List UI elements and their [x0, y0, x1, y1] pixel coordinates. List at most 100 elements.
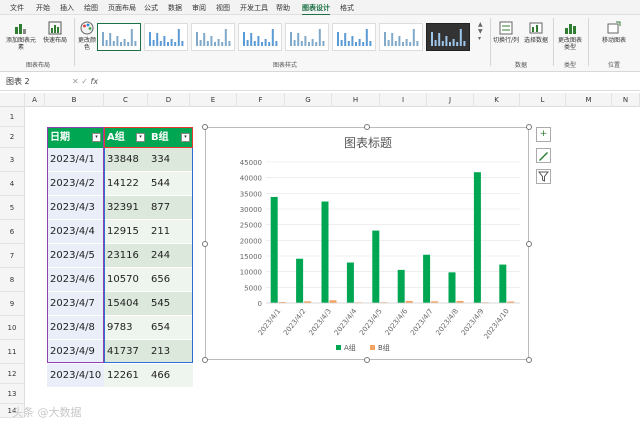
gallery-down-icon[interactable]: ▼ — [478, 28, 487, 35]
resize-handle[interactable] — [364, 357, 370, 363]
column-header-g[interactable]: G — [285, 93, 332, 107]
chart-style-thumb[interactable] — [285, 23, 329, 51]
table-cell[interactable]: 33848 — [104, 148, 148, 172]
menu-item-1[interactable]: 开始 — [36, 3, 50, 13]
table-cell[interactable]: 213 — [148, 340, 193, 364]
row-header-11[interactable]: 11 — [0, 340, 25, 364]
table-cell[interactable]: 12915 — [104, 220, 148, 244]
table-cell[interactable]: 12261 — [104, 364, 148, 388]
move-chart-button[interactable]: 移动图表 — [592, 21, 636, 44]
table-cell[interactable]: 2023/4/1 — [47, 148, 104, 172]
table-cell[interactable]: 32391 — [104, 196, 148, 220]
table-cell[interactable]: 2023/4/5 — [47, 244, 104, 268]
table-header-cell[interactable]: 日期 ▾ — [47, 127, 104, 148]
menu-item-8[interactable]: 视图 — [216, 3, 230, 13]
table-cell[interactable]: 877 — [148, 196, 193, 220]
column-header-c[interactable]: C — [104, 93, 148, 107]
menu-item-11[interactable]: 图表设计 — [302, 3, 330, 15]
menu-item-9[interactable]: 开发工具 — [240, 3, 268, 13]
table-header-cell[interactable]: B组 ▾ — [148, 127, 193, 148]
chart-style-thumb[interactable] — [238, 23, 282, 51]
table-cell[interactable]: 2023/4/2 — [47, 172, 104, 196]
chart-elements-icon[interactable]: + — [536, 127, 551, 142]
resize-handle[interactable] — [202, 240, 208, 247]
gallery-more-icon[interactable]: ▾ — [478, 35, 487, 42]
menu-item-4[interactable]: 页面布局 — [108, 3, 136, 13]
table-cell[interactable]: 2023/4/6 — [47, 268, 104, 292]
table-cell[interactable]: 41737 — [104, 340, 148, 364]
row-header-3[interactable]: 3 — [0, 148, 25, 172]
confirm-icon[interactable]: ✓ — [81, 77, 88, 86]
menu-item-0[interactable]: 文件 — [10, 3, 24, 13]
column-header-a[interactable]: A — [25, 93, 45, 107]
change-colors-button[interactable]: 更改颜色 — [77, 21, 97, 51]
add-chart-element-button[interactable]: 添加图表元素 — [6, 21, 36, 51]
column-header-n[interactable]: N — [612, 93, 640, 107]
table-cell[interactable]: 14122 — [104, 172, 148, 196]
table-cell[interactable]: 2023/4/10 — [47, 364, 104, 388]
table-cell[interactable]: 466 — [148, 364, 193, 388]
column-header-l[interactable]: L — [520, 93, 566, 107]
resize-handle[interactable] — [526, 240, 532, 247]
table-cell[interactable]: 654 — [148, 316, 193, 340]
column-header-d[interactable]: D — [148, 93, 190, 107]
filter-dropdown-icon[interactable]: ▾ — [136, 133, 145, 142]
row-header-9[interactable]: 9 — [0, 292, 25, 316]
menu-item-2[interactable]: 插入 — [60, 3, 74, 13]
gallery-up-icon[interactable]: ▲ — [478, 21, 487, 28]
fx-icon[interactable]: fx — [91, 77, 99, 86]
menu-item-12[interactable]: 格式 — [340, 3, 354, 13]
table-cell[interactable]: 211 — [148, 220, 193, 244]
row-header-8[interactable]: 8 — [0, 268, 25, 292]
row-header-4[interactable]: 4 — [0, 172, 25, 196]
table-cell[interactable]: 334 — [148, 148, 193, 172]
change-chart-type-button[interactable]: 更改图表类型 — [556, 21, 584, 51]
table-cell[interactable]: 2023/4/8 — [47, 316, 104, 340]
switch-row-col-button[interactable]: 切换行/列 — [492, 21, 520, 44]
chart-style-thumb[interactable] — [332, 23, 376, 51]
table-cell[interactable]: 2023/4/7 — [47, 292, 104, 316]
row-header-10[interactable]: 10 — [0, 316, 25, 340]
name-box[interactable]: 图表 2 — [6, 76, 66, 88]
chart-style-thumb[interactable] — [191, 23, 235, 51]
row-header-2[interactable]: 2 — [0, 127, 25, 148]
table-cell[interactable]: 2023/4/9 — [47, 340, 104, 364]
row-header-7[interactable]: 7 — [0, 244, 25, 268]
table-header-cell[interactable]: A组 ▾ — [104, 127, 148, 148]
column-header-h[interactable]: H — [332, 93, 380, 107]
quick-layout-button[interactable]: 快速布局 — [40, 21, 70, 44]
chart-style-thumb[interactable] — [144, 23, 188, 51]
resize-handle[interactable] — [202, 124, 208, 130]
column-header-f[interactable]: F — [237, 93, 285, 107]
table-cell[interactable]: 23116 — [104, 244, 148, 268]
table-cell[interactable]: 544 — [148, 172, 193, 196]
table-cell[interactable]: 2023/4/4 — [47, 220, 104, 244]
row-header-1[interactable]: 1 — [0, 107, 25, 127]
table-cell[interactable]: 9783 — [104, 316, 148, 340]
select-data-button[interactable]: 选择数据 — [522, 21, 550, 44]
menu-item-6[interactable]: 数据 — [168, 3, 182, 13]
filter-dropdown-icon[interactable]: ▾ — [92, 133, 101, 142]
row-header-12[interactable]: 12 — [0, 364, 25, 384]
select-all-corner[interactable] — [0, 93, 25, 107]
chart-styles-icon[interactable] — [536, 148, 551, 163]
menu-item-3[interactable]: 绘图 — [84, 3, 98, 13]
table-cell[interactable]: 2023/4/3 — [47, 196, 104, 220]
column-header-j[interactable]: J — [427, 93, 474, 107]
chart-style-thumb[interactable] — [426, 23, 470, 51]
filter-dropdown-icon[interactable]: ▾ — [181, 133, 190, 142]
chart-filters-icon[interactable] — [536, 169, 551, 184]
column-header-b[interactable]: B — [45, 93, 104, 107]
resize-handle[interactable] — [364, 124, 370, 130]
column-header-i[interactable]: I — [380, 93, 427, 107]
resize-handle[interactable] — [526, 124, 532, 130]
table-cell[interactable]: 244 — [148, 244, 193, 268]
column-header-e[interactable]: E — [190, 93, 237, 107]
chart-style-thumb[interactable] — [379, 23, 423, 51]
menu-item-5[interactable]: 公式 — [144, 3, 158, 13]
row-header-5[interactable]: 5 — [0, 196, 25, 220]
chart-area[interactable]: 图表标题 0 5000 10000 15000 20000 25000 30000 35000 4… — [205, 127, 529, 360]
row-header-6[interactable]: 6 — [0, 220, 25, 244]
column-header-m[interactable]: M — [566, 93, 612, 107]
column-header-k[interactable]: K — [474, 93, 520, 107]
